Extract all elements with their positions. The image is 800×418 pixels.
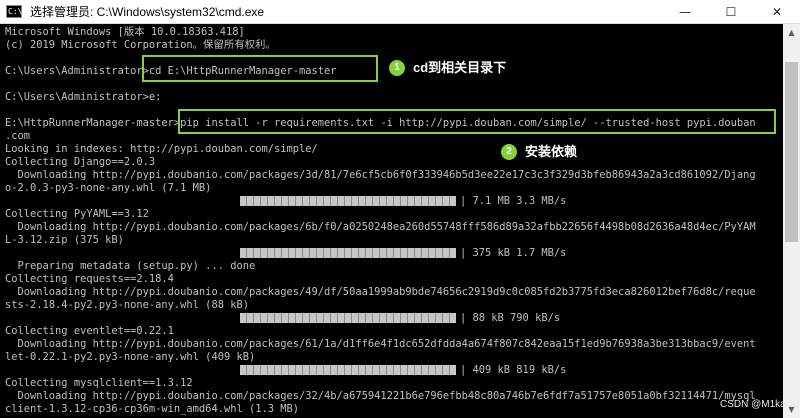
console-line: sts-2.18.4-py2.py3-none-any.whl (88 kB) bbox=[5, 299, 249, 311]
console-line: Collecting mysqlclient==1.3.12 bbox=[5, 377, 193, 389]
progress-text: | 409 kB 819 kB/s bbox=[460, 364, 567, 376]
scroll-up-arrow-icon[interactable]: ▲ bbox=[783, 24, 800, 41]
scrollbar-thumb[interactable] bbox=[785, 62, 798, 242]
console-line: Collecting eventlet==0.22.1 bbox=[5, 325, 174, 337]
console-line: L-3.12.zip (375 kB) bbox=[5, 234, 124, 246]
watermark: CSDN @M1kasal bbox=[720, 399, 799, 410]
maximize-button[interactable]: ☐ bbox=[708, 0, 754, 24]
title-bar[interactable]: C:\ 选择管理员: C:\Windows\system32\cmd.exe —… bbox=[0, 0, 800, 24]
highlight-box-cd-command bbox=[142, 55, 378, 82]
console-line: C:\Users\Administrator>e: bbox=[5, 91, 162, 103]
vertical-scrollbar[interactable]: ▲ ▼ bbox=[783, 24, 800, 418]
highlight-box-pip-command bbox=[178, 109, 776, 134]
console-line: Preparing metadata (setup.py) ... done bbox=[5, 260, 256, 272]
console-line: client-1.3.12-cp36-cp36m-win_amd64.whl (… bbox=[5, 403, 300, 415]
console-line: Downloading http://pypi.doubanio.com/pac… bbox=[5, 338, 756, 350]
console-line: Collecting PyYAML==3.12 bbox=[5, 208, 149, 220]
console-line: .com bbox=[5, 130, 31, 142]
close-button[interactable]: ✕ bbox=[754, 0, 800, 24]
progress-text: | 375 kB 1.7 MB/s bbox=[460, 247, 567, 259]
progress-bar bbox=[240, 365, 456, 375]
console-line: Downloading http://pypi.doubanio.com/pac… bbox=[5, 169, 756, 181]
progress-bar bbox=[240, 248, 456, 258]
console-line: o-2.0.3-py3-none-any.whl (7.1 MB) bbox=[5, 182, 212, 194]
cmd-icon-text: C:\ bbox=[8, 7, 23, 16]
progress-text: | 7.1 MB 3.3 MB/s bbox=[460, 195, 567, 207]
console-line: Collecting Django==2.0.3 bbox=[5, 156, 156, 168]
progress-bar bbox=[240, 196, 456, 206]
window-title: 选择管理员: C:\Windows\system32\cmd.exe bbox=[30, 5, 265, 19]
console-line: Looking in indexes: http://pypi.douban.c… bbox=[5, 143, 318, 155]
console-line: Downloading http://pypi.doubanio.com/pac… bbox=[5, 221, 756, 233]
annotation-badge-1: 1 bbox=[389, 60, 405, 76]
console-output[interactable]: Microsoft Windows [版本 10.0.18363.418] (c… bbox=[0, 24, 783, 418]
console-line: Downloading http://pypi.doubanio.com/pac… bbox=[5, 390, 756, 402]
annotation-text-2: 安装依赖 bbox=[525, 144, 578, 159]
annotation-text-1: cd到相关目录下 bbox=[413, 60, 507, 75]
console-line: (c) 2019 Microsoft Corporation。保留所有权利。 bbox=[5, 39, 276, 51]
annotation-badge-2: 2 bbox=[501, 144, 517, 160]
console-line: Collecting requests==2.18.4 bbox=[5, 273, 174, 285]
progress-bar bbox=[240, 313, 456, 323]
minimize-button[interactable]: — bbox=[662, 0, 708, 24]
console-line: Downloading http://pypi.doubanio.com/pac… bbox=[5, 286, 756, 298]
progress-text: | 88 kB 790 kB/s bbox=[460, 312, 561, 324]
cmd-icon[interactable]: C:\ bbox=[6, 5, 22, 18]
console-line: Microsoft Windows [版本 10.0.18363.418] bbox=[5, 26, 245, 38]
console-line: let-0.22.1-py2.py3-none-any.whl (409 kB) bbox=[5, 351, 256, 363]
